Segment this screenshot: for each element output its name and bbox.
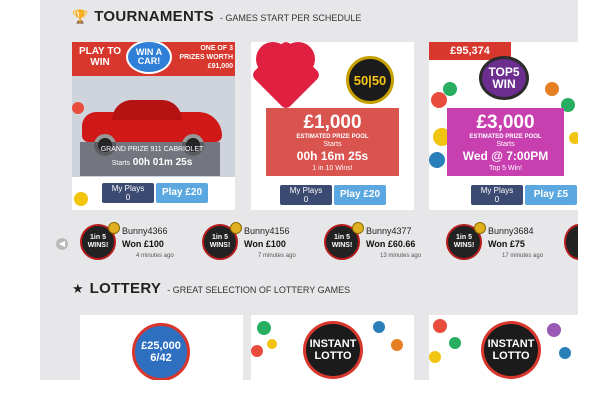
instant-lotto-logo: INSTANT LOTTO bbox=[481, 321, 541, 379]
prize-amount: £1,000 bbox=[303, 112, 362, 133]
winner-time: 4 minutes ago bbox=[136, 253, 174, 259]
countdown: Wed @ 7:00PM bbox=[462, 149, 549, 163]
play-button[interactable]: Play £20 bbox=[156, 183, 208, 203]
play-button[interactable]: Play £20 bbox=[334, 185, 386, 205]
winner-name: Bunny4156 bbox=[244, 226, 290, 236]
odds-text: 1 in 10 Wins! bbox=[312, 165, 353, 172]
instant-lotto-logo: INSTANT LOTTO bbox=[303, 321, 363, 379]
play-button[interactable]: Play £5 bbox=[525, 185, 577, 205]
starts-label: Starts bbox=[496, 141, 515, 148]
promo-text: ONE OF 3 PRIZES WORTH £91,000 bbox=[179, 45, 233, 70]
play-to-win-badge: PLAY TO WIN bbox=[78, 46, 122, 68]
tournaments-header: 🏆 TOURNAMENTS - GAMES START PER SCHEDULE bbox=[72, 8, 361, 25]
grand-prize-text: GRAND PRIZE 911 CABRIOLET bbox=[100, 146, 204, 153]
countdown: 00h 16m 25s bbox=[296, 149, 369, 163]
tournaments-title: TOURNAMENTS bbox=[94, 8, 214, 25]
recent-winners-ticker: ◀ 1in 5 WINS! Bunny4366 Won £100 4 minut… bbox=[56, 222, 578, 268]
winner-name: Bunny4366 bbox=[122, 226, 168, 236]
tournament-card-50-50[interactable]: 50|50 £1,000 ESTIMATED PRIZE POOL Starts… bbox=[251, 42, 414, 210]
lottery-subtitle: - GREAT SELECTION OF LOTTERY GAMES bbox=[167, 285, 351, 295]
winner-time: 13 minutes ago bbox=[380, 253, 422, 259]
prize-caption: ESTIMATED PRIZE POOL bbox=[296, 134, 369, 140]
lottery-header: ★ LOTTERY - GREAT SELECTION OF LOTTERY G… bbox=[72, 280, 350, 297]
winner-item: 1in 5 WINS! Bunny4366 Won £100 4 minutes… bbox=[70, 222, 188, 268]
lottery-card-instant-lotto[interactable]: INSTANT LOTTO bbox=[251, 315, 414, 380]
winner-name: Bunny3684 bbox=[488, 226, 534, 236]
odds-text: Top 5 Win! bbox=[488, 165, 523, 172]
my-plays-button[interactable]: My Plays 0 bbox=[471, 185, 523, 205]
countdown: Starts 00h 01m 25s bbox=[111, 157, 193, 168]
trophy-icon: 🏆 bbox=[72, 9, 89, 24]
winner-amount: Won £75 bbox=[488, 239, 525, 249]
starts-label: Starts bbox=[323, 141, 342, 148]
lottery-logo: £25,000 6/42 bbox=[132, 323, 190, 380]
coin-icon bbox=[230, 222, 242, 234]
winner-item: 1in 5 WINS! Bunny3684 Won £75 17 minutes… bbox=[436, 222, 554, 268]
prize-amount: £3,000 bbox=[476, 112, 535, 133]
my-plays-button[interactable]: My Plays 0 bbox=[280, 185, 332, 205]
lottery-card-25000[interactable]: £25,000 6/42 bbox=[80, 315, 243, 380]
star-icon: ★ bbox=[72, 281, 84, 296]
tournaments-subtitle: - GAMES START PER SCHEDULE bbox=[219, 13, 362, 23]
tournament-card-top5[interactable]: £95,374 TOP5 WIN £3,000 ESTIMATED PRIZE … bbox=[429, 42, 578, 210]
coin-icon bbox=[474, 222, 486, 234]
winner-name: Bunny4377 bbox=[366, 226, 412, 236]
winner-item: 1in 5 WINS! Bunny4377 Won £60.66 13 minu… bbox=[314, 222, 432, 268]
winner-item: 1in 5 WINS! Bunny4156 Won £100 7 minutes… bbox=[192, 222, 310, 268]
coin-icon bbox=[352, 222, 364, 234]
winner-amount: Won £100 bbox=[122, 239, 164, 249]
winner-time: 7 minutes ago bbox=[258, 253, 296, 259]
winner-amount: Won £100 bbox=[244, 239, 286, 249]
my-plays-button[interactable]: My Plays 0 bbox=[102, 183, 154, 203]
top5-logo: TOP5 WIN bbox=[479, 56, 529, 100]
game-logo-partial bbox=[564, 224, 578, 260]
prize-caption: ESTIMATED PRIZE POOL bbox=[469, 134, 542, 140]
fifty-fifty-logo: 50|50 bbox=[346, 56, 394, 104]
tournament-card-win-a-car[interactable]: PLAY TO WIN WIN A CAR! ONE OF 3 PRIZES W… bbox=[72, 42, 235, 210]
winner-time: 17 minutes ago bbox=[502, 253, 544, 259]
coin-icon bbox=[108, 222, 120, 234]
lottery-title: LOTTERY bbox=[89, 280, 162, 297]
lobby-panel: 🏆 TOURNAMENTS - GAMES START PER SCHEDULE… bbox=[40, 0, 578, 380]
winner-amount: Won £60.66 bbox=[366, 239, 416, 249]
lottery-card-instant-lotto-2[interactable]: INSTANT LOTTO bbox=[429, 315, 578, 380]
chevron-left-icon[interactable]: ◀ bbox=[56, 238, 68, 250]
